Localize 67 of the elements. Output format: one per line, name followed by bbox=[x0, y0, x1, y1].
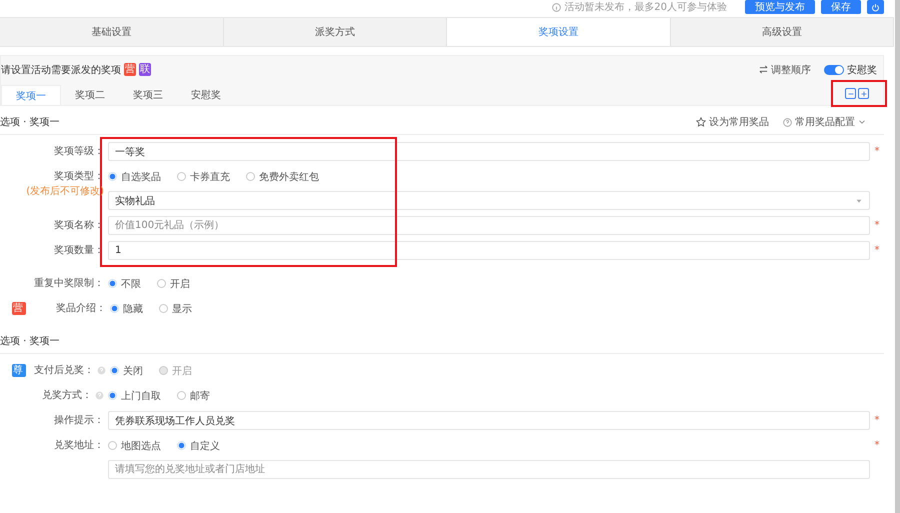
required-mark: * bbox=[874, 245, 880, 256]
favorite-link[interactable]: 设为常用奖品 bbox=[696, 115, 769, 129]
top-button[interactable]: 预览与发布 bbox=[745, 0, 815, 14]
add-button[interactable] bbox=[858, 88, 869, 99]
star-icon bbox=[696, 117, 706, 127]
power-button[interactable] bbox=[867, 0, 884, 14]
badge: 营 bbox=[124, 63, 136, 76]
required-mark: * bbox=[874, 440, 880, 451]
prize-tab[interactable]: 安慰奖 bbox=[177, 85, 235, 105]
field-label: 奖品介绍： bbox=[56, 302, 106, 316]
radio-option[interactable]: 上门自取 bbox=[108, 388, 161, 402]
section-title: 选项 · 奖项一 bbox=[0, 334, 60, 348]
field-label: 奖项等级： bbox=[54, 145, 104, 159]
chevron-down-icon bbox=[858, 118, 866, 126]
field-label: 重复中奖限制： bbox=[34, 276, 104, 291]
field-label: 操作提示： bbox=[54, 414, 104, 428]
panel-title: 请设置活动需要派发的奖项 bbox=[1, 64, 121, 76]
prize-tab[interactable]: 奖项一 bbox=[1, 85, 61, 105]
remove-button[interactable] bbox=[845, 88, 856, 99]
prize-tab[interactable]: 奖项三 bbox=[119, 85, 177, 105]
reorder-button[interactable]: 调整顺序 bbox=[759, 62, 811, 76]
scrollbar[interactable] bbox=[895, 0, 900, 513]
field-note: (发布后不可修改) bbox=[26, 186, 104, 197]
radio-option[interactable]: 自定义 bbox=[177, 438, 220, 452]
section-title: 选项 · 奖项一 bbox=[0, 116, 60, 129]
radio-option[interactable]: 开启 bbox=[157, 276, 190, 290]
badge: 联 bbox=[139, 63, 151, 76]
config-dropdown[interactable]: 常用奖品配置 bbox=[783, 115, 866, 129]
input-field[interactable]: 价值100元礼品（示例） bbox=[108, 216, 870, 235]
field-label: 兑奖地址： bbox=[54, 438, 104, 453]
field-label: 奖项名称： bbox=[54, 219, 104, 233]
radio-option[interactable]: 自选奖品 bbox=[108, 170, 161, 184]
notice-text: 活动暂未发布，最多20人可参与体验 bbox=[552, 0, 727, 14]
label-badge: 尊 bbox=[12, 364, 26, 377]
radio-option[interactable]: 关闭 bbox=[110, 364, 143, 378]
input-field[interactable]: 凭券联系现场工作人员兑奖 bbox=[108, 411, 870, 430]
required-mark: * bbox=[874, 220, 880, 231]
field-label: 兑奖方式： bbox=[42, 388, 92, 403]
top-button[interactable]: 保存 bbox=[821, 0, 861, 14]
tab[interactable]: 高级设置 bbox=[670, 18, 894, 46]
radio-option[interactable]: 地图选点 bbox=[108, 438, 161, 452]
required-mark: * bbox=[874, 415, 880, 426]
tab[interactable]: 奖项设置 bbox=[447, 18, 670, 46]
help-icon bbox=[783, 118, 792, 126]
swap-arrows-icon bbox=[759, 65, 768, 74]
plus-icon bbox=[860, 90, 868, 98]
toggle-switch[interactable] bbox=[824, 64, 844, 74]
prize-tab[interactable]: 奖项二 bbox=[61, 85, 119, 105]
radio-option[interactable]: 卡券直充 bbox=[177, 170, 230, 184]
radio-option[interactable]: 免费外卖红包 bbox=[246, 170, 319, 184]
radio-option[interactable]: 邮寄 bbox=[177, 388, 210, 402]
select-field[interactable]: 实物礼品 bbox=[108, 191, 870, 210]
power-icon bbox=[871, 2, 880, 12]
field-label: 奖项类型： bbox=[54, 170, 104, 184]
radio-option[interactable]: 不限 bbox=[108, 276, 141, 290]
required-mark: * bbox=[874, 146, 880, 157]
radio-option[interactable]: 隐藏 bbox=[110, 302, 143, 316]
input-field[interactable]: 1 bbox=[108, 241, 870, 260]
input-field[interactable]: 请填写您的兑奖地址或者门店地址 bbox=[108, 460, 870, 479]
input-field[interactable]: 一等奖 bbox=[108, 142, 870, 161]
field-label: 奖项数量： bbox=[54, 244, 104, 258]
tab[interactable]: 基础设置 bbox=[0, 18, 224, 46]
info-icon bbox=[552, 2, 562, 12]
label-badge: 营 bbox=[12, 302, 26, 315]
toggle-label: 安慰奖 bbox=[847, 64, 877, 76]
radio-option[interactable]: 显示 bbox=[159, 302, 192, 316]
field-label: 支付后兑奖： bbox=[34, 364, 94, 378]
